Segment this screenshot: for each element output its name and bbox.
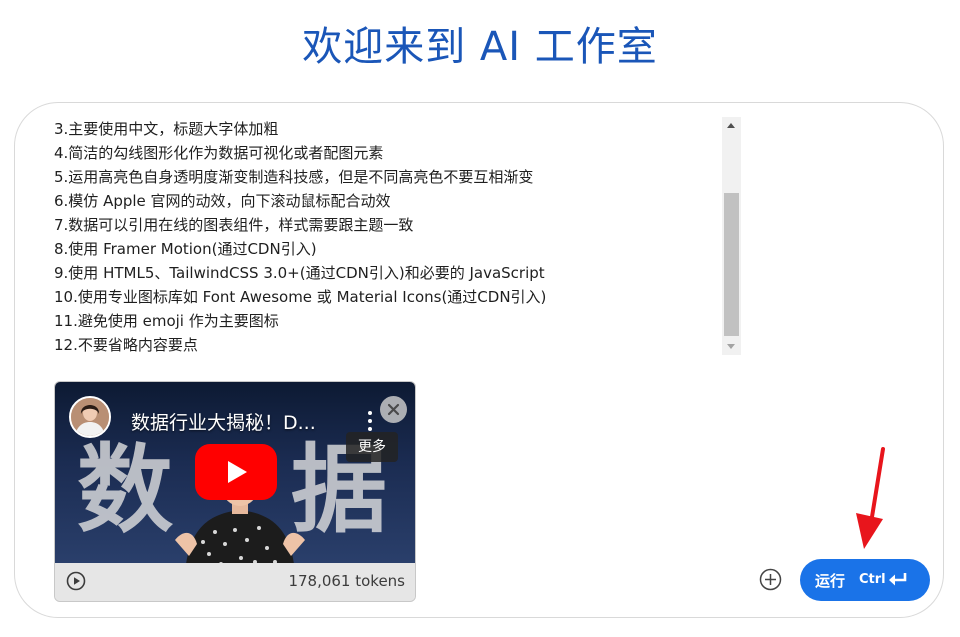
scroll-down-arrow-icon[interactable] [722, 338, 741, 355]
textarea-scrollbar[interactable] [722, 117, 741, 355]
scroll-up-arrow-icon[interactable] [722, 117, 741, 134]
annotation-arrow-icon [856, 447, 885, 549]
add-circle-icon[interactable] [759, 568, 782, 591]
prompt-line: 8.使用 Framer Motion(通过CDN引入) [54, 240, 317, 258]
scrollbar-thumb[interactable] [724, 193, 739, 336]
prompt-textarea[interactable]: 3.主要使用中文，标题大字体加粗 4.简洁的勾线图形化作为数据可视化或者配图元素… [54, 117, 714, 357]
prompt-line: 3.主要使用中文，标题大字体加粗 [54, 120, 279, 138]
prompt-line: 9.使用 HTML5、TailwindCSS 3.0+(通过CDN引入)和必要的… [54, 264, 545, 282]
enter-key-icon [889, 573, 907, 586]
play-circle-icon[interactable] [66, 571, 86, 591]
prompt-line: 11.避免使用 emoji 作为主要图标 [54, 312, 279, 330]
prompt-line: 12.不要省略内容要点 [54, 336, 198, 354]
run-button-label: 运行 [815, 572, 846, 590]
prompt-line: 6.模仿 Apple 官网的动效，向下滚动鼠标配合动效 [54, 192, 391, 210]
page-title: 欢迎来到 AI 工作室 [302, 24, 658, 70]
close-icon[interactable] [380, 396, 407, 423]
token-count: 178,061 tokens [288, 572, 405, 590]
prompt-line: 5.运用高亮色自身透明度渐变制造科技感，但是不同高亮色不要互相渐变 [54, 168, 534, 186]
channel-avatar[interactable] [69, 396, 111, 438]
more-button[interactable]: 更多 [346, 432, 398, 462]
run-button[interactable]: 运行 Ctrl [800, 559, 930, 601]
kebab-menu-icon[interactable] [363, 410, 377, 432]
youtube-play-icon[interactable] [195, 444, 277, 500]
video-footer: 178,061 tokens [55, 563, 415, 601]
prompt-line: 10.使用专业图标库如 Font Awesome 或 Material Icon… [54, 288, 547, 306]
video-thumbnail[interactable]: 数 据 数据行业大揭秘！D... 更多 [55, 382, 415, 563]
prompt-line: 7.数据可以引用在线的图表组件，样式需要跟主题一致 [54, 216, 414, 234]
video-title[interactable]: 数据行业大揭秘！D... [131, 408, 316, 435]
run-shortcut-label: Ctrl [859, 572, 886, 587]
video-attachment-card[interactable]: 数 据 数据行业大揭秘！D... 更多 178,061 tokens [54, 381, 416, 602]
prompt-line: 4.简洁的勾线图形化作为数据可视化或者配图元素 [54, 144, 384, 162]
